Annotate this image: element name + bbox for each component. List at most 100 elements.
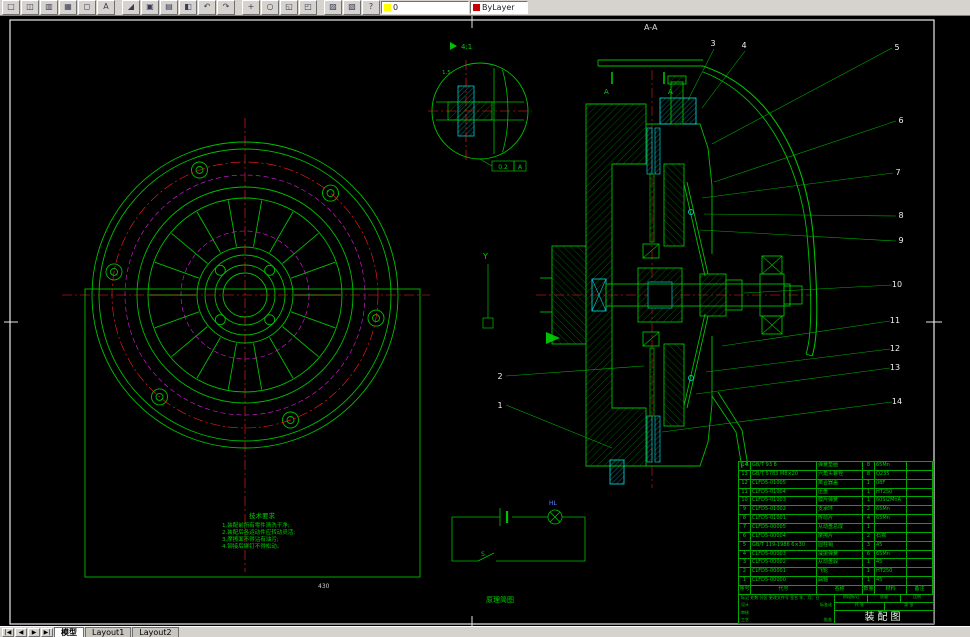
tab-model[interactable]: 模型 bbox=[54, 627, 84, 637]
tab-first-button[interactable]: |◀ bbox=[2, 628, 14, 637]
section-view[interactable] bbox=[536, 59, 818, 488]
copy-icon[interactable]: ▣ bbox=[141, 0, 159, 15]
parts-cell-seq: 9 bbox=[739, 506, 751, 516]
new-icon[interactable]: □ bbox=[2, 0, 20, 15]
parts-cell-remark bbox=[907, 541, 933, 551]
stage-mark-label: 阶段标记 bbox=[835, 595, 868, 602]
parts-cell-remark bbox=[907, 488, 933, 498]
parts-row: 3 CLFD5-00002 从动盘毂 1 45 bbox=[739, 559, 933, 569]
parts-cell-name: 从动盘总成 bbox=[817, 523, 863, 533]
detail-flag-icon bbox=[450, 42, 457, 50]
sheets-label: 共 张 bbox=[835, 603, 885, 610]
mass-label: 质量 bbox=[868, 595, 901, 602]
flywheel-section bbox=[585, 103, 647, 467]
redo-icon[interactable]: ↷ bbox=[217, 0, 235, 15]
header-name: 名称 bbox=[817, 586, 863, 595]
parts-list-and-title-block: 14 GB/T 93 8 弹簧垫圈 8 65Mn 13 GB/T 5783 M8×20 六角头… bbox=[738, 461, 934, 624]
color-combo[interactable]: ByLayer bbox=[470, 1, 528, 14]
help-icon[interactable]: ? bbox=[362, 0, 380, 15]
pan-icon[interactable]: + bbox=[242, 0, 260, 15]
parts-cell-name: 支承环 bbox=[817, 506, 863, 516]
parts-cell-material: Q235 bbox=[875, 470, 907, 480]
parts-cell-seq: 7 bbox=[739, 523, 751, 533]
tech-line: 4.铆接后铆钉不得松动。 bbox=[222, 542, 282, 550]
balloon-14: 14 bbox=[892, 397, 902, 406]
parts-cell-code: GB/T 5783 M8×20 bbox=[751, 470, 817, 480]
parts-row: 4 CLFD5-00003 减振弹簧 6 65Mn bbox=[739, 550, 933, 560]
parts-cell-qty: 1 bbox=[863, 497, 875, 507]
parts-row: 8 CLFD5-01001 传动片 4 65Mn bbox=[739, 515, 933, 524]
parts-cell-name: 传动片 bbox=[817, 515, 863, 524]
parts-cell-remark bbox=[907, 523, 933, 533]
layer-color-swatch bbox=[384, 4, 391, 11]
title-block-main-area: 阶段标记 质量 比例 共 张 第 张 装配图 bbox=[835, 595, 933, 623]
parts-row: 13 GB/T 5783 M8×20 六角头螺栓 8 Q235 bbox=[739, 470, 933, 480]
tab-layout1[interactable]: Layout1 bbox=[85, 627, 132, 637]
detail-view[interactable]: 4:1 1.5 0.2 A bbox=[428, 42, 532, 172]
parts-cell-material: HT250 bbox=[875, 568, 907, 578]
tab-layout2[interactable]: Layout2 bbox=[132, 627, 179, 637]
parts-cell-qty: 1 bbox=[863, 479, 875, 489]
layer-combo[interactable]: 0 bbox=[381, 1, 469, 14]
properties-icon[interactable]: ▨ bbox=[324, 0, 342, 15]
undo-icon[interactable]: ↶ bbox=[198, 0, 216, 15]
drawing-title: 装配图 bbox=[864, 611, 904, 623]
print-icon[interactable]: ▦ bbox=[59, 0, 77, 15]
parts-cell-seq: 1 bbox=[739, 577, 751, 586]
crank-flange-section bbox=[551, 245, 587, 345]
tab-prev-button[interactable]: ◀ bbox=[15, 628, 27, 637]
tech-line: 2.装配后各运动件应转动灵活; bbox=[222, 528, 295, 536]
tab-next-button[interactable]: ▶ bbox=[28, 628, 40, 637]
parts-cell-remark bbox=[907, 577, 933, 586]
zoom-realtime-icon[interactable]: ○ bbox=[261, 0, 279, 15]
parts-cell-code: CLFD5-01001 bbox=[751, 515, 817, 524]
parts-cell-seq: 6 bbox=[739, 532, 751, 542]
parts-cell-seq: 13 bbox=[739, 470, 751, 480]
parts-cell-seq: 2 bbox=[739, 568, 751, 578]
dimension-bottom: 430 bbox=[318, 583, 330, 590]
parts-cell-remark bbox=[907, 568, 933, 578]
balloon-13: 13 bbox=[890, 363, 900, 372]
paste-icon[interactable]: ▤ bbox=[160, 0, 178, 15]
zoom-previous-icon[interactable]: ◰ bbox=[299, 0, 317, 15]
schematic[interactable] bbox=[451, 508, 586, 562]
toolbar-separator bbox=[318, 1, 323, 14]
parts-cell-material: 45 bbox=[875, 541, 907, 551]
parts-cell-remark bbox=[907, 550, 933, 560]
open-icon[interactable]: ◫ bbox=[21, 0, 39, 15]
balloon-3: 3 bbox=[710, 39, 715, 48]
parts-cell-code: CLFD5-00001 bbox=[751, 568, 817, 578]
parts-cell-qty: 1 bbox=[863, 523, 875, 533]
design-center-icon[interactable]: ▧ bbox=[343, 0, 361, 15]
front-view[interactable]: 430 bbox=[62, 118, 430, 590]
cut-icon[interactable]: ◢ bbox=[122, 0, 140, 15]
pressure-plate-section bbox=[663, 163, 685, 247]
parts-cell-qty: 8 bbox=[863, 470, 875, 480]
drawing-area[interactable]: 430 技术要求 1.装配前所有零件清洗干净; 2.装配后各运动件应转动灵活; … bbox=[0, 16, 970, 626]
spell-icon[interactable]: A bbox=[97, 0, 115, 15]
parts-cell-code: GB/T 93 8 bbox=[751, 462, 817, 471]
parts-row: 12 CLFD5-01005 离合器盖 1 08F bbox=[739, 479, 933, 489]
preview-icon[interactable]: ◻ bbox=[78, 0, 96, 15]
parts-cell-code: CLFD5-00003 bbox=[751, 550, 817, 560]
tab-last-button[interactable]: ▶| bbox=[41, 628, 53, 637]
parts-row: 2 CLFD5-00001 飞轮 1 HT250 bbox=[739, 568, 933, 578]
zoom-window-icon[interactable]: ◱ bbox=[280, 0, 298, 15]
parts-cell-code: GB/T 119-1986 6×30 bbox=[751, 541, 817, 551]
cut-label-right: A bbox=[668, 88, 673, 96]
match-props-icon[interactable]: ◧ bbox=[179, 0, 197, 15]
parts-row: 5 GB/T 119-1986 6×30 圆柱销 3 45 bbox=[739, 541, 933, 551]
schematic-caption: 原理简图 bbox=[486, 595, 514, 604]
parts-cell-name: 离合器盖 bbox=[817, 479, 863, 489]
parts-cell-code: CLFD5-00002 bbox=[751, 559, 817, 569]
axis-label: Y bbox=[482, 252, 488, 261]
parts-cell-material: 65Mn bbox=[875, 462, 907, 471]
parts-cell-seq: 4 bbox=[739, 550, 751, 560]
save-icon[interactable]: ▥ bbox=[40, 0, 58, 15]
driven-disc-web bbox=[649, 173, 655, 243]
parts-cell-qty: 4 bbox=[863, 515, 875, 524]
tolerance-datum: A bbox=[518, 164, 523, 171]
balloon-7: 7 bbox=[895, 168, 900, 177]
parts-cell-qty: 2 bbox=[863, 506, 875, 516]
section-label: A-A bbox=[644, 23, 658, 32]
